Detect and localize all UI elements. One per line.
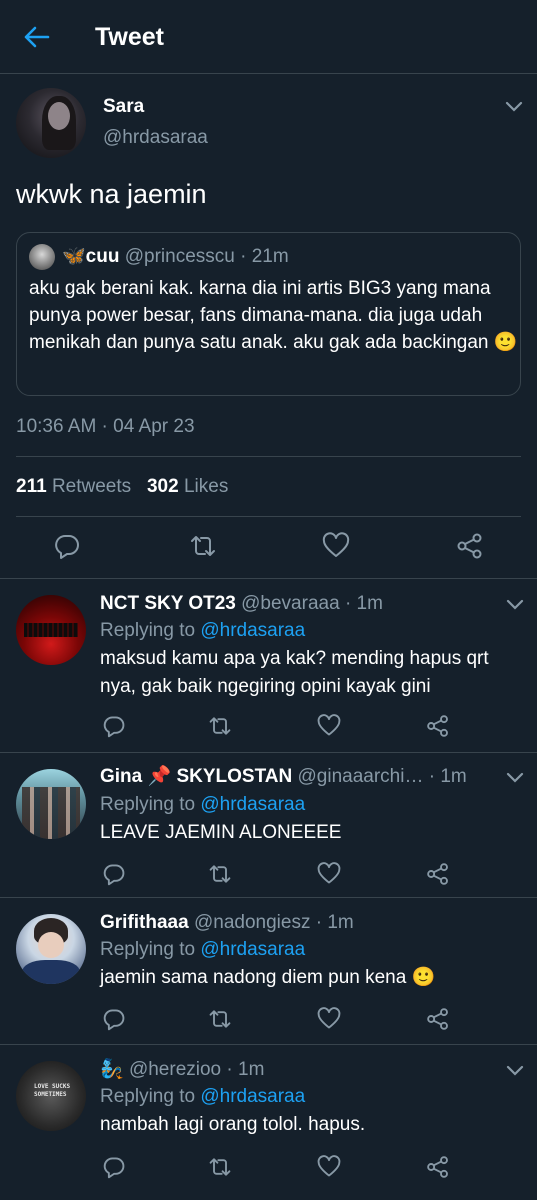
quote-emoji: 🦋: [62, 246, 86, 267]
reply-icon[interactable]: [102, 1007, 126, 1031]
author-name[interactable]: Sara: [103, 96, 144, 118]
reply-text: LEAVE JAEMIN ALONEEEE: [100, 822, 342, 843]
top-bar: Tweet: [0, 0, 537, 74]
replying-to: Replying to @hrdasaraa: [100, 619, 305, 643]
divider: [16, 516, 521, 517]
reply-author-name[interactable]: 🧞: [100, 1059, 124, 1080]
reply-header: Grifithaaa @nadongiesz · 1m: [100, 911, 354, 935]
chevron-down-icon[interactable]: [506, 598, 524, 612]
quote-author-handle: @princesscu: [124, 246, 235, 267]
like-count[interactable]: 302: [147, 476, 179, 497]
reply-author-name[interactable]: Grifithaaa: [100, 912, 189, 933]
author-avatar[interactable]: [16, 88, 86, 158]
replying-to-label: Replying to: [100, 1086, 196, 1107]
reply-item[interactable]: LOVE SUCKS SOMETIMES 🧞 @herezioo · 1m Re…: [0, 1045, 537, 1200]
divider: [16, 456, 521, 457]
reply-author-handle[interactable]: @ginaaarchi…: [298, 766, 424, 787]
replying-to-handle[interactable]: @hrdasaraa: [200, 794, 305, 815]
replying-to-label: Replying to: [100, 939, 196, 960]
reply-author-name[interactable]: Gina 📌 SKYLOSTAN: [100, 766, 292, 787]
like-icon[interactable]: [317, 1155, 341, 1179]
quote-time: · 21m: [240, 246, 289, 267]
reply-header: 🧞 @herezioo · 1m: [100, 1058, 264, 1082]
reply-time: · 1m: [344, 593, 383, 614]
reply-header: NCT SKY OT23 @bevaraaa · 1m: [100, 592, 383, 616]
reply-item[interactable]: Gina 📌 SKYLOSTAN @ginaaarchi… · 1m Reply…: [0, 753, 537, 898]
replying-to-handle[interactable]: @hrdasaraa: [200, 939, 305, 960]
retweets-label[interactable]: Retweets: [52, 476, 131, 497]
reply-item[interactable]: NCT SKY OT23 @bevaraaa · 1m Replying to …: [0, 579, 537, 753]
reply-icon[interactable]: [102, 862, 126, 886]
reply-author-handle[interactable]: @bevaraaa: [241, 593, 340, 614]
like-icon[interactable]: [317, 862, 341, 886]
reply-avatar[interactable]: [16, 595, 86, 665]
reply-item[interactable]: Grifithaaa @nadongiesz · 1m Replying to …: [0, 898, 537, 1045]
reply-icon[interactable]: [102, 714, 126, 738]
author-handle[interactable]: @hrdasaraa: [103, 127, 208, 149]
reply-header: Gina 📌 SKYLOSTAN @ginaaarchi… · 1m: [100, 765, 467, 789]
reply-icon[interactable]: [53, 532, 81, 560]
replying-to-handle[interactable]: @hrdasaraa: [200, 620, 305, 641]
reply-author-handle[interactable]: @herezioo: [129, 1059, 221, 1080]
retweet-icon[interactable]: [208, 714, 232, 738]
quote-avatar: [29, 244, 55, 270]
tweet-text: wkwk na jaemin: [16, 179, 207, 209]
reply-avatar[interactable]: LOVE SUCKS SOMETIMES: [16, 1061, 86, 1131]
back-arrow-icon[interactable]: [22, 22, 52, 52]
share-icon[interactable]: [456, 532, 484, 560]
replying-to: Replying to @hrdasaraa: [100, 938, 305, 962]
reply-time: · 1m: [226, 1059, 265, 1080]
replying-to-label: Replying to: [100, 794, 196, 815]
reply-icon[interactable]: [102, 1155, 126, 1179]
replying-to-label: Replying to: [100, 620, 196, 641]
replying-to-handle[interactable]: @hrdasaraa: [200, 1086, 305, 1107]
quoted-tweet[interactable]: 🦋cuu @princesscu · 21m aku gak berani ka…: [16, 232, 521, 396]
page-title: Tweet: [95, 23, 164, 51]
quote-author-name: cuu: [85, 246, 120, 267]
chevron-down-icon[interactable]: [506, 1064, 524, 1078]
share-icon[interactable]: [426, 714, 450, 738]
tweet-stats: 211 Retweets 302 Likes: [16, 475, 228, 499]
reply-avatar[interactable]: [16, 769, 86, 839]
quote-header: 🦋cuu @princesscu · 21m: [62, 245, 289, 269]
reply-time: · 1m: [315, 912, 354, 933]
like-icon[interactable]: [317, 714, 341, 738]
reply-author-name[interactable]: NCT SKY OT23: [100, 593, 236, 614]
reply-text: jaemin sama nadong diem pun kena 🙂: [100, 967, 436, 988]
share-icon[interactable]: [426, 1007, 450, 1031]
like-icon[interactable]: [322, 532, 350, 560]
chevron-down-icon[interactable]: [506, 771, 524, 785]
tweet-timestamp: 10:36 AM · 04 Apr 23: [16, 416, 195, 437]
retweet-count[interactable]: 211: [16, 476, 47, 497]
reply-avatar[interactable]: [16, 914, 86, 984]
likes-label[interactable]: Likes: [184, 476, 228, 497]
replying-to: Replying to @hrdasaraa: [100, 1085, 305, 1109]
like-icon[interactable]: [317, 1007, 341, 1031]
reply-text: nambah lagi orang tolol. hapus.: [100, 1114, 366, 1135]
avatar-text: LOVE SUCKS SOMETIMES: [34, 1083, 71, 1098]
retweet-icon[interactable]: [208, 1155, 232, 1179]
quote-text: aku gak berani kak. karna dia ini artis …: [29, 278, 518, 353]
retweet-icon[interactable]: [189, 532, 217, 560]
retweet-icon[interactable]: [208, 862, 232, 886]
share-icon[interactable]: [426, 862, 450, 886]
reply-time: · 1m: [428, 766, 467, 787]
chevron-down-icon[interactable]: [505, 100, 523, 114]
reply-author-handle[interactable]: @nadongiesz: [194, 912, 310, 933]
share-icon[interactable]: [426, 1155, 450, 1179]
retweet-icon[interactable]: [208, 1007, 232, 1031]
reply-text: maksud kamu apa ya kak? mending hapus qr…: [100, 648, 489, 697]
replying-to: Replying to @hrdasaraa: [100, 793, 305, 817]
